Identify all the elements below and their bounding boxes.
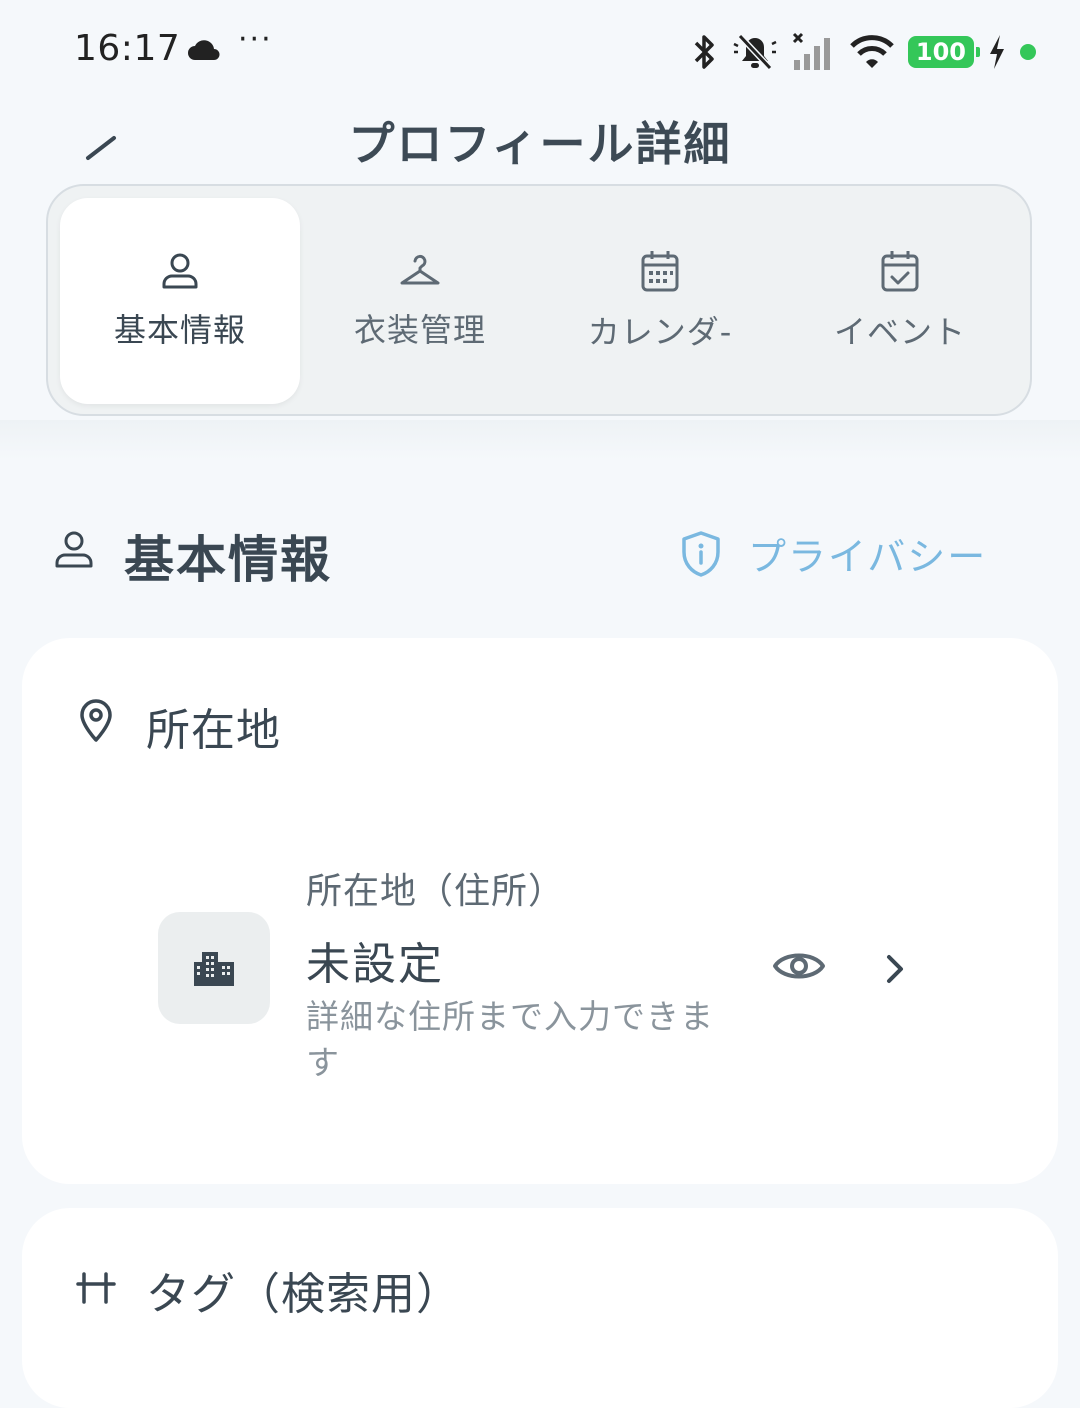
person-icon	[55, 531, 93, 568]
privacy-label: プライバシー	[748, 535, 988, 579]
tab-costume[interactable]: 衣装管理	[300, 198, 540, 404]
wifi-icon	[850, 35, 894, 68]
status-icons: 100	[690, 30, 1036, 74]
battery-indicator: 100	[907, 36, 981, 68]
hanger-icon	[400, 254, 440, 285]
tab-event[interactable]: イベント	[780, 198, 1020, 404]
calendar-icon	[641, 251, 679, 292]
tab-label: 衣装管理	[353, 311, 486, 349]
tab-label: イベント	[833, 313, 966, 351]
bell-muted-icon	[733, 33, 777, 71]
tab-basic-info[interactable]: 基本情報	[60, 198, 300, 404]
status-more-dots: ···	[238, 22, 273, 57]
person-icon	[162, 253, 198, 289]
building-icon-box	[158, 912, 270, 1024]
field-label: 所在地（住所）	[306, 871, 566, 912]
tab-calendar[interactable]: カレンダ-	[540, 198, 780, 404]
card-title: タグ（検索用）	[146, 1269, 461, 1320]
cell-signal-icon	[792, 32, 830, 70]
section-title: 基本情報	[124, 531, 332, 589]
field-help-text: 詳細な住所まで入力できます	[306, 997, 714, 1082]
chevron-right-icon[interactable]	[882, 952, 908, 986]
calendar-check-icon	[881, 251, 919, 292]
tab-label: カレンダ-	[587, 313, 733, 351]
privacy-indicator-dot	[1020, 44, 1036, 60]
charging-bolt-icon	[990, 35, 1004, 69]
privacy-button[interactable]: プライバシー	[680, 526, 987, 581]
building-icon	[194, 952, 234, 986]
page-title: プロフィール詳細	[348, 117, 732, 171]
tab-bar: 基本情報 衣装管理 カレンダ- イベント	[46, 184, 1032, 416]
header-shadow	[0, 420, 1080, 460]
tab-label: 基本情報	[113, 311, 246, 349]
tag-icon	[76, 1272, 116, 1304]
cloud-icon	[188, 40, 220, 60]
bluetooth-icon	[694, 35, 714, 69]
shield-info-icon	[682, 530, 720, 577]
visibility-eye-icon[interactable]	[772, 946, 826, 986]
status-time: 16:17	[74, 28, 181, 69]
field-value[interactable]: 未設定	[306, 928, 444, 992]
location-pin-icon	[80, 699, 112, 742]
card-title: 所在地	[146, 705, 281, 756]
